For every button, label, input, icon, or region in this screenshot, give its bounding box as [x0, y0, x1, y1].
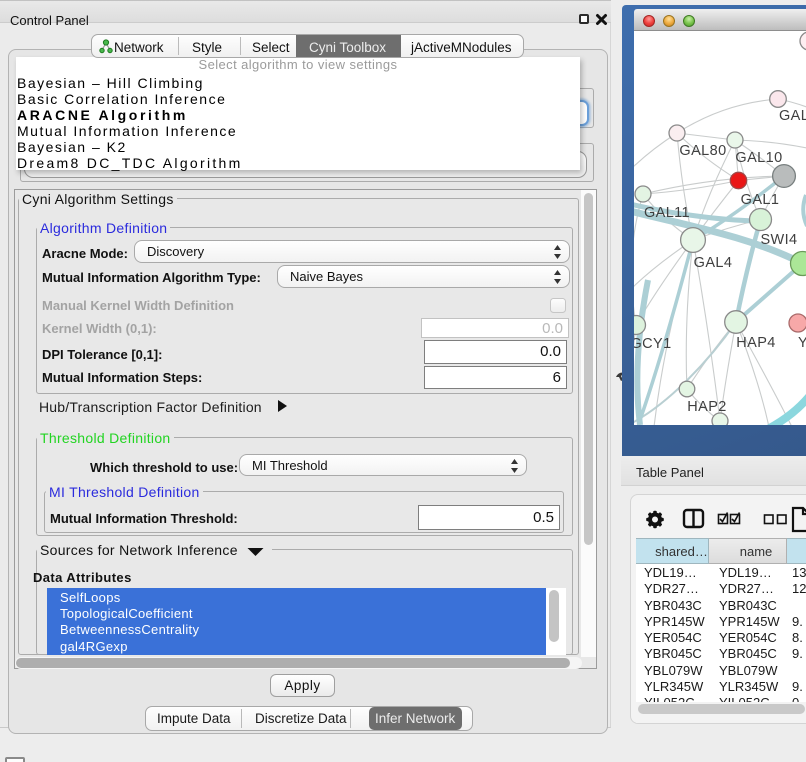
svg-text:YE: YE — [798, 335, 806, 351]
svg-text:GAL1: GAL1 — [741, 192, 780, 208]
svg-text:GAL2: GAL2 — [779, 108, 806, 124]
svg-text:HAP2: HAP2 — [687, 399, 726, 415]
svg-text:GAL11: GAL11 — [644, 205, 690, 221]
svg-text:GAL10: GAL10 — [735, 150, 782, 166]
svg-text:GAL4: GAL4 — [694, 255, 733, 271]
svg-text:GAL80: GAL80 — [679, 143, 726, 159]
svg-text:GCY1: GCY1 — [634, 336, 672, 352]
svg-text:SWI4: SWI4 — [760, 232, 797, 248]
svg-text:HAP4: HAP4 — [736, 335, 775, 351]
